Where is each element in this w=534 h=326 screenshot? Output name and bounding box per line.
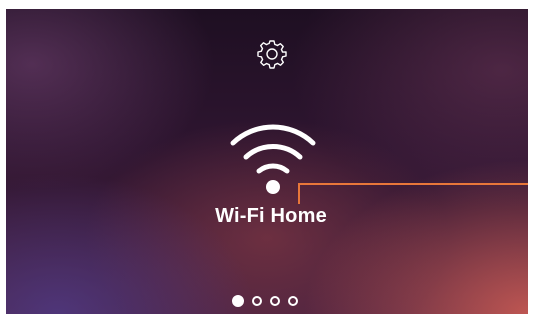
page-dot-4[interactable] (288, 296, 298, 306)
wifi-icon (223, 115, 323, 197)
gear-icon[interactable] (256, 38, 288, 70)
page-dot-3[interactable] (270, 296, 280, 306)
page-indicator (232, 294, 298, 308)
page-dot-2[interactable] (252, 296, 262, 306)
home-screen: Wi-Fi Home (6, 9, 528, 314)
page-dot-1[interactable] (232, 295, 244, 307)
network-name: Wi-Fi Home (215, 205, 327, 227)
